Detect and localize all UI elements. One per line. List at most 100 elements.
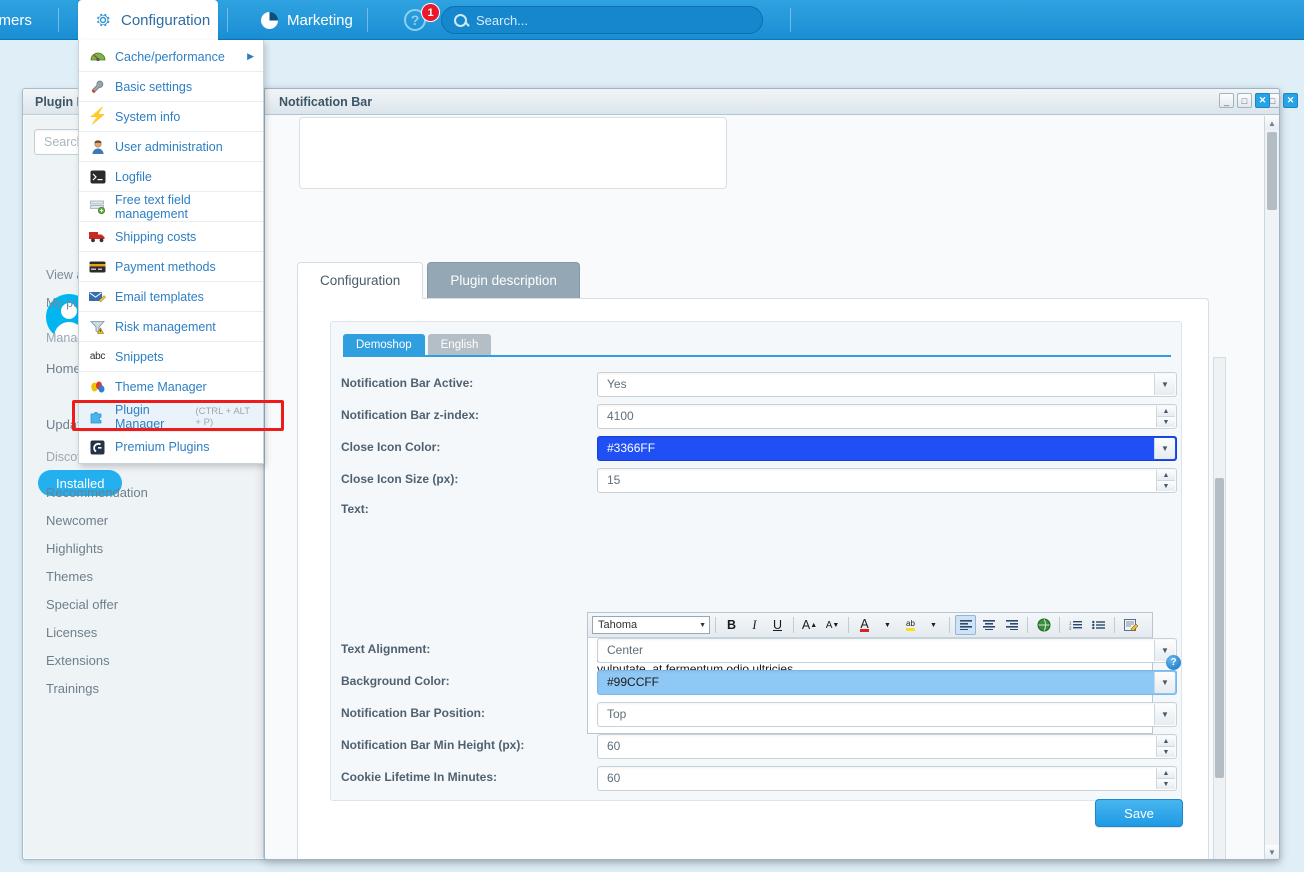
menu-item-system-info[interactable]: ⚡ System info bbox=[79, 102, 263, 132]
sidebar-item-special-offer[interactable]: Special offer bbox=[46, 597, 118, 612]
ordered-list-icon[interactable]: 12 bbox=[1065, 615, 1086, 635]
subtab-english[interactable]: English bbox=[427, 334, 492, 355]
select-background-color[interactable]: #99CCFF ▼ bbox=[597, 670, 1177, 695]
menu-item-logfile[interactable]: Logfile bbox=[79, 162, 263, 192]
maximize-icon[interactable]: □ bbox=[1237, 93, 1252, 108]
chevron-down-icon[interactable]: ▼ bbox=[1154, 374, 1175, 395]
spinner-notification-bar-min-height[interactable]: ▲ ▼ bbox=[1156, 736, 1175, 757]
input-notification-bar-min-height[interactable]: 60 ▲ ▼ bbox=[597, 734, 1177, 759]
menu-item-snippets[interactable]: abc Snippets bbox=[79, 342, 263, 372]
chevron-down-icon[interactable]: ▼ bbox=[1154, 704, 1175, 725]
chevron-down-icon[interactable]: ▼ bbox=[1154, 672, 1175, 693]
chevron-down-icon[interactable]: ▼ bbox=[1154, 438, 1175, 459]
scrollbar-thumb[interactable] bbox=[1215, 478, 1224, 778]
spinner-up-icon[interactable]: ▲ bbox=[1156, 768, 1175, 779]
menu-item-label: Basic settings bbox=[115, 79, 193, 94]
align-left-icon[interactable] bbox=[955, 615, 976, 635]
top-navigation-bar: tomers Configuration Marketing ? 1 Searc… bbox=[0, 0, 1304, 40]
input-close-icon-size[interactable]: 15 ▲ ▼ bbox=[597, 468, 1177, 493]
menu-item-plugin-manager[interactable]: Plugin Manager (CTRL + ALT + P) bbox=[79, 402, 263, 432]
spinner-close-icon-size[interactable]: ▲ ▼ bbox=[1156, 470, 1175, 491]
sidebar-item-recommendation[interactable]: Recommendation bbox=[46, 485, 148, 500]
nav-configuration-label: Configuration bbox=[121, 11, 211, 29]
spinner-down-icon[interactable]: ▼ bbox=[1156, 481, 1175, 491]
search-input[interactable]: Search... bbox=[441, 6, 763, 34]
tab-plugin-description[interactable]: Plugin description bbox=[427, 262, 580, 299]
minimize-icon[interactable]: _ bbox=[1219, 93, 1234, 108]
menu-item-theme-manager[interactable]: Theme Manager bbox=[79, 372, 263, 402]
bold-icon[interactable]: B bbox=[721, 615, 742, 635]
unordered-list-icon[interactable] bbox=[1088, 615, 1109, 635]
sidebar-item-highlights[interactable]: Highlights bbox=[46, 541, 103, 556]
save-button[interactable]: Save bbox=[1095, 799, 1183, 827]
input-cookie-lifetime[interactable]: 60 ▲ ▼ bbox=[597, 766, 1177, 791]
menu-item-cache-performance[interactable]: Cache/performance ▶ bbox=[79, 42, 263, 72]
help-notification-badge[interactable]: 1 bbox=[421, 3, 440, 22]
nav-marketing-label: Marketing bbox=[287, 11, 353, 29]
scroll-up-icon[interactable]: ▲ bbox=[1265, 116, 1279, 130]
spinner-up-icon[interactable]: ▲ bbox=[1156, 406, 1175, 417]
menu-item-free-text-field-management[interactable]: Free text field management bbox=[79, 192, 263, 222]
spinner-down-icon[interactable]: ▼ bbox=[1156, 779, 1175, 789]
select-notification-bar-position[interactable]: Top ▼ bbox=[597, 702, 1177, 727]
sidebar-item-newcomer[interactable]: Newcomer bbox=[46, 513, 108, 528]
select-notification-bar-active[interactable]: Yes ▼ bbox=[597, 372, 1177, 397]
align-right-icon[interactable] bbox=[1001, 615, 1022, 635]
sidebar-item-trainings[interactable]: Trainings bbox=[46, 681, 99, 696]
align-center-icon[interactable] bbox=[978, 615, 999, 635]
field-notification-bar-active: Notification Bar Active: Yes ▼ bbox=[341, 372, 1177, 397]
select-close-icon-color[interactable]: #3366FF ▼ bbox=[597, 436, 1177, 461]
font-grow-icon[interactable]: A ▲ bbox=[799, 615, 820, 635]
menu-item-email-templates[interactable]: Email templates bbox=[79, 282, 263, 312]
chevron-down-icon[interactable]: ▼ bbox=[923, 615, 944, 635]
menu-item-shipping-costs[interactable]: Shipping costs bbox=[79, 222, 263, 252]
close-icon[interactable]: ✕ bbox=[1255, 93, 1270, 108]
close-icon[interactable]: ✕ bbox=[1283, 93, 1298, 108]
menu-item-user-administration[interactable]: User administration bbox=[79, 132, 263, 162]
panel-scrollbar[interactable] bbox=[1213, 357, 1226, 859]
subtab-demoshop[interactable]: Demoshop bbox=[343, 334, 425, 355]
menu-item-risk-management[interactable]: Risk management bbox=[79, 312, 263, 342]
highlight-icon[interactable]: ab bbox=[900, 615, 921, 635]
plugin-header-box bbox=[299, 117, 727, 189]
sidebar-item-licenses[interactable]: Licenses bbox=[46, 625, 97, 640]
insert-link-icon[interactable] bbox=[1033, 615, 1054, 635]
input-notification-bar-zindex[interactable]: 4100 ▲ ▼ bbox=[597, 404, 1177, 429]
tab-configuration[interactable]: Configuration bbox=[297, 262, 424, 299]
spinner-cookie-lifetime[interactable]: ▲ ▼ bbox=[1156, 768, 1175, 789]
sidebar-item-home[interactable]: Home bbox=[46, 361, 81, 376]
spinner-notification-bar-zindex[interactable]: ▲ ▼ bbox=[1156, 406, 1175, 427]
sidebar-item-themes[interactable]: Themes bbox=[46, 569, 93, 584]
source-code-icon[interactable] bbox=[1120, 615, 1141, 635]
spinner-up-icon[interactable]: ▲ bbox=[1156, 736, 1175, 747]
menu-item-premium-plugins[interactable]: Premium Plugins bbox=[79, 432, 263, 462]
notification-bar-scrollbar[interactable]: ▲ ▼ bbox=[1264, 116, 1279, 859]
menu-item-label: Snippets bbox=[115, 349, 164, 364]
font-family-select[interactable]: Tahoma ▼ bbox=[592, 616, 710, 634]
italic-icon[interactable]: I bbox=[744, 615, 765, 635]
spinner-down-icon[interactable]: ▼ bbox=[1156, 747, 1175, 757]
menu-item-basic-settings[interactable]: Basic settings bbox=[79, 72, 263, 102]
sidebar-item-extensions[interactable]: Extensions bbox=[46, 653, 110, 668]
underline-icon[interactable]: U bbox=[767, 615, 788, 635]
font-shrink-icon[interactable]: A ▼ bbox=[822, 615, 843, 635]
menu-item-label: Premium Plugins bbox=[115, 440, 210, 454]
scroll-down-icon[interactable]: ▼ bbox=[1265, 845, 1279, 859]
font-color-icon[interactable]: A bbox=[854, 615, 875, 635]
spinner-down-icon[interactable]: ▼ bbox=[1156, 417, 1175, 427]
chevron-down-icon[interactable]: ▼ bbox=[699, 622, 706, 629]
svg-text:2: 2 bbox=[1069, 626, 1072, 631]
scrollbar-thumb[interactable] bbox=[1267, 132, 1277, 210]
background-color-help-icon[interactable]: ? bbox=[1166, 655, 1181, 670]
nav-item-customers[interactable]: tomers bbox=[0, 0, 48, 40]
select-text-alignment[interactable]: Center ▼ bbox=[597, 638, 1177, 663]
configuration-dropdown-menu: Cache/performance ▶ Basic settings ⚡ Sys… bbox=[78, 40, 264, 464]
fields-icon bbox=[89, 198, 106, 215]
subtab-underline bbox=[343, 355, 1171, 357]
nav-item-configuration[interactable]: Configuration bbox=[78, 0, 218, 40]
nav-item-marketing[interactable]: Marketing bbox=[245, 0, 369, 40]
chevron-down-icon[interactable]: ▼ bbox=[877, 615, 898, 635]
menu-item-payment-methods[interactable]: Payment methods bbox=[79, 252, 263, 282]
spinner-up-icon[interactable]: ▲ bbox=[1156, 470, 1175, 481]
value-close-icon-color: #3366FF bbox=[607, 441, 656, 455]
